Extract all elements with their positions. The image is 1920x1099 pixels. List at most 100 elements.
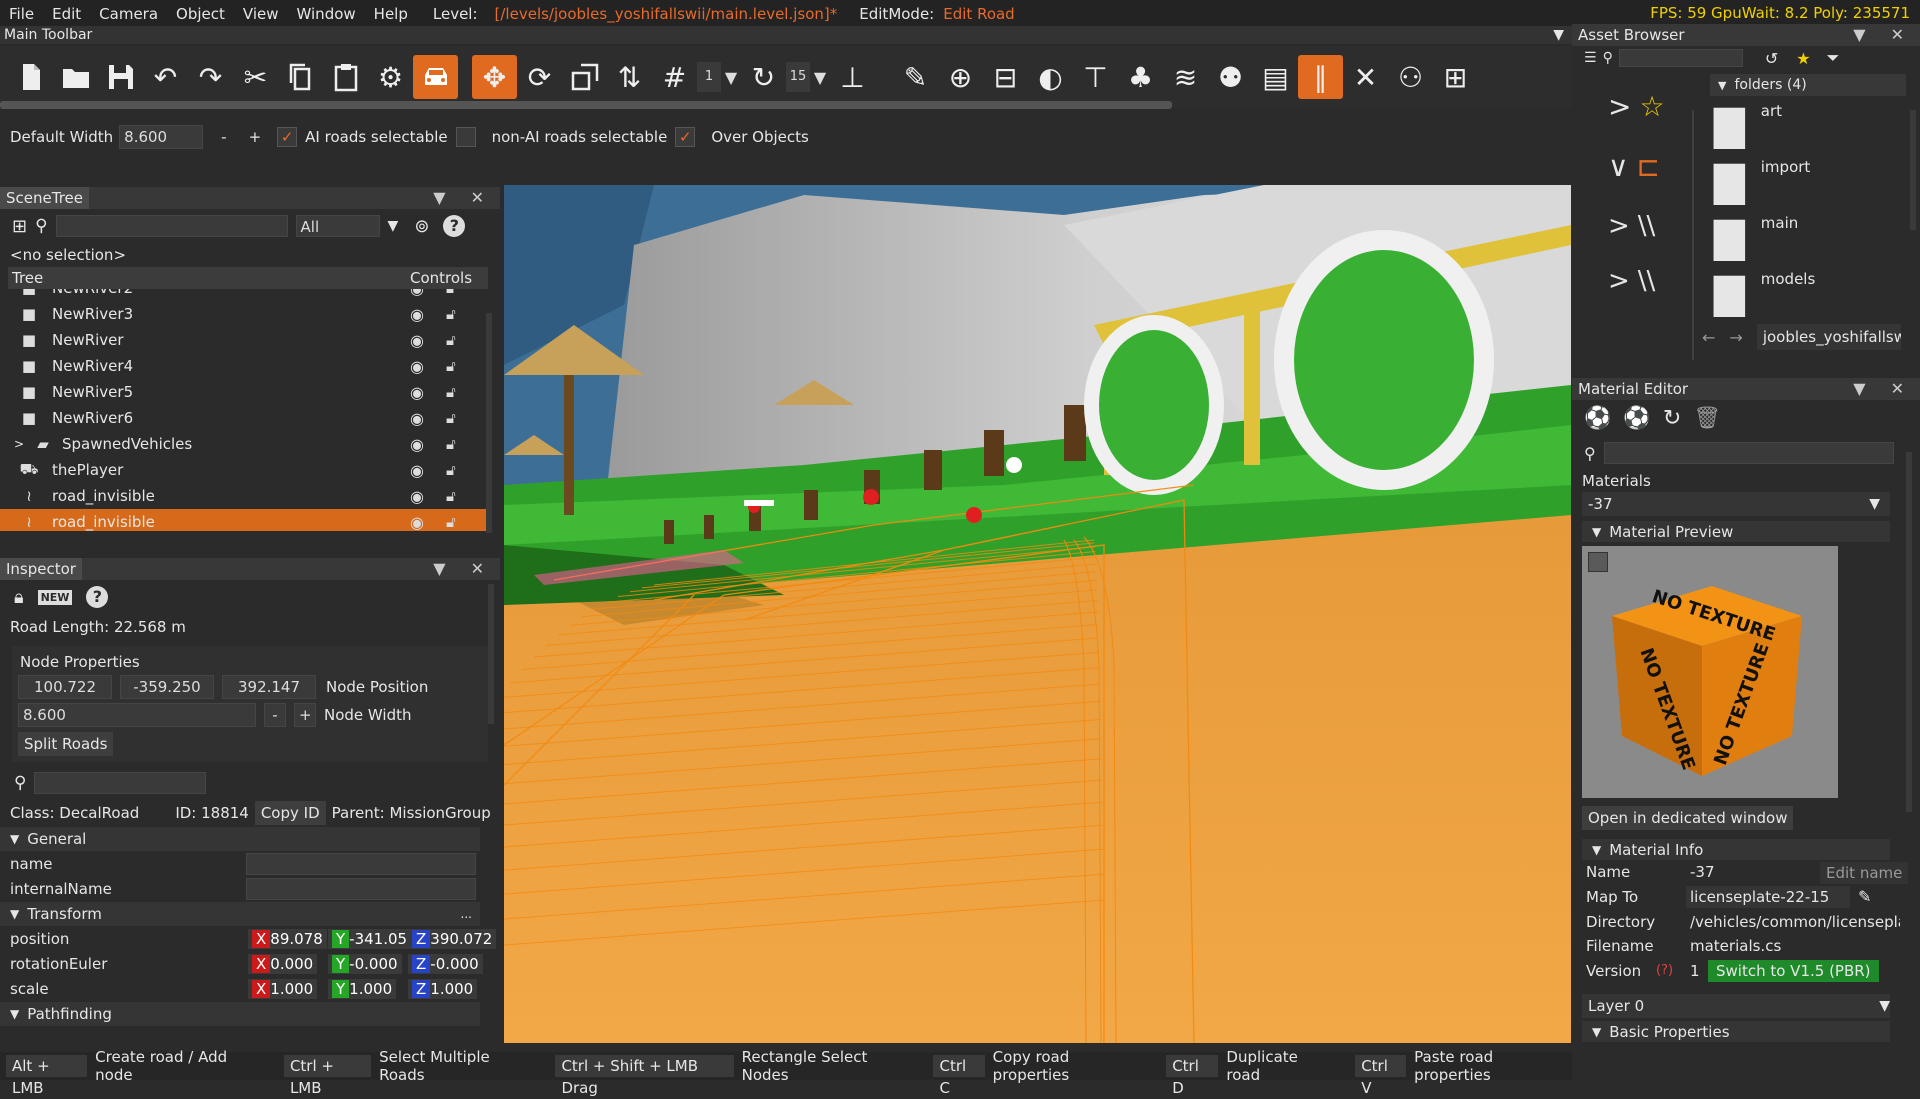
nodes-icon[interactable]: ⚇ xyxy=(1388,55,1433,99)
ai-roads-checkbox[interactable]: ✓ xyxy=(277,127,298,147)
lock-icon[interactable]: 🔓︎ xyxy=(446,305,456,323)
menu-help[interactable]: Help xyxy=(365,5,417,23)
rotate-gizmo-icon[interactable]: ⟳ xyxy=(517,55,562,99)
eye-icon[interactable]: ◉ xyxy=(410,383,424,402)
asset-browser-title[interactable]: Asset Browser xyxy=(1572,24,1691,46)
nonai-roads-checkbox[interactable] xyxy=(455,127,476,147)
position-x[interactable]: X 89.078 xyxy=(248,928,327,949)
menu-view[interactable]: View xyxy=(234,5,288,23)
undo-icon[interactable]: ↶ xyxy=(143,55,188,99)
chevron-right-icon[interactable]: > xyxy=(1608,266,1630,296)
add-group-icon[interactable]: ⊞ xyxy=(12,216,27,237)
refresh-icon[interactable]: ↺ xyxy=(1765,49,1778,68)
chevron-down-icon[interactable]: ▼ xyxy=(721,68,741,87)
scale-x[interactable]: X 1.000 xyxy=(248,978,318,999)
node-pos-z[interactable]: 392.147 xyxy=(222,675,316,699)
new-file-icon[interactable] xyxy=(8,55,53,99)
version-help-icon[interactable]: (?) xyxy=(1656,958,1673,984)
vehicle-icon[interactable] xyxy=(413,55,458,99)
3d-viewport[interactable] xyxy=(504,185,1571,1043)
lock-icon[interactable]: 🔓︎ xyxy=(446,383,456,401)
help-icon[interactable]: ? xyxy=(86,586,109,608)
switch-pbr-button[interactable]: Switch to V1.5 (PBR) xyxy=(1708,960,1879,982)
lock-icon[interactable]: 🔒︎ xyxy=(14,587,24,608)
tree-item[interactable]: ■ NewRiver3 ◉ 🔓︎ xyxy=(0,301,488,327)
panel-controls[interactable]: ▼ ✕ xyxy=(1853,25,1914,44)
chevron-right-icon[interactable]: > xyxy=(1608,211,1630,241)
basic-properties-section[interactable]: ▼ Basic Properties xyxy=(1582,1020,1890,1042)
general-section[interactable]: ▼ General xyxy=(0,826,480,851)
folder-item[interactable]: ▇ models xyxy=(1710,264,1906,320)
material-search-input[interactable] xyxy=(1603,442,1894,464)
scene-render[interactable] xyxy=(504,185,1571,1043)
add-object-icon[interactable]: ⊕ xyxy=(938,55,983,99)
panel-menu-icon[interactable]: ▼ xyxy=(1553,26,1564,44)
menu-camera[interactable]: Camera xyxy=(90,5,167,23)
settings-gear-icon[interactable]: ⚙ xyxy=(368,55,413,99)
help-icon[interactable]: ? xyxy=(443,215,466,237)
chevron-right-icon[interactable]: > xyxy=(1608,90,1631,123)
paint-roller-icon[interactable]: ⊤ xyxy=(1073,55,1118,99)
copy-id-button[interactable]: Copy ID xyxy=(254,801,326,825)
tree-item[interactable]: ⛟ thePlayer ◉ 🔓︎ xyxy=(0,457,488,483)
over-objects-checkbox[interactable]: ✓ xyxy=(675,127,696,147)
grid-snap-icon[interactable]: # xyxy=(652,55,697,99)
road-node[interactable] xyxy=(863,489,879,505)
material-preview-section[interactable]: ▼ Material Preview xyxy=(1582,520,1890,542)
material-info-section[interactable]: ▼ Material Info xyxy=(1582,838,1890,860)
pathfinding-section[interactable]: ▼ Pathfinding xyxy=(0,1001,480,1026)
folder-item[interactable]: ▇ main xyxy=(1710,208,1906,264)
inspector-title[interactable]: Inspector xyxy=(0,558,82,580)
spawn-icon[interactable]: ⚉ xyxy=(1208,55,1253,99)
tree-item[interactable]: ■NewRiver2 ◉ 🔓︎ xyxy=(0,289,488,301)
back-arrow-icon[interactable]: ← xyxy=(1702,328,1715,347)
inspector-scrollbar[interactable] xyxy=(488,584,494,724)
search-icon[interactable]: ⚲ xyxy=(1603,50,1613,66)
layers-icon[interactable]: ≋ xyxy=(1163,55,1208,99)
rotation-x[interactable]: X 0.000 xyxy=(248,953,318,974)
rotation-z[interactable]: Z -0.000 xyxy=(408,953,483,974)
tree-node[interactable]: ∨ ⊏ xyxy=(1608,136,1660,196)
tree-item[interactable]: > ▰ SpawnedVehicles ◉ 🔓︎ xyxy=(0,431,488,457)
node-pos-x[interactable]: 100.722 xyxy=(18,675,112,699)
scale-z[interactable]: Z 1.000 xyxy=(408,978,478,999)
new-icon[interactable]: NEW xyxy=(37,589,73,605)
material-editor-title[interactable]: Material Editor xyxy=(1572,378,1695,400)
lock-icon[interactable]: 🔓︎ xyxy=(446,461,456,479)
transform-section[interactable]: ▼ Transform... xyxy=(0,901,480,926)
chevron-down-icon[interactable]: ▼ xyxy=(810,68,830,87)
node-width-minus[interactable]: - xyxy=(264,703,286,727)
material-preview[interactable]: NO TEXTURE NO TEXTURE NO TEXTURE xyxy=(1582,546,1838,798)
cut-icon[interactable]: ✂ xyxy=(233,55,278,99)
eye-icon[interactable]: ◉ xyxy=(410,513,424,532)
tree-item[interactable]: ■ NewRiver5 ◉ 🔓︎ xyxy=(0,379,488,405)
eye-icon[interactable]: ◉ xyxy=(410,289,424,298)
open-folder-icon[interactable] xyxy=(53,55,98,99)
inspector-search-input[interactable] xyxy=(34,772,207,794)
tree-node[interactable]: > \\ xyxy=(1608,256,1658,306)
lock-icon[interactable]: 🔓︎ xyxy=(446,357,456,375)
panel-controls[interactable]: ▼ ✕ xyxy=(433,559,494,578)
internal-name-input[interactable] xyxy=(246,877,476,900)
redo-icon[interactable]: ↷ xyxy=(188,55,233,99)
asset-search-input[interactable] xyxy=(1618,49,1743,67)
eye-icon[interactable]: ◉ xyxy=(410,305,424,324)
refresh-icon[interactable]: ↻ xyxy=(1663,406,1681,431)
lock-icon[interactable]: 🔓︎ xyxy=(446,487,456,505)
scale-gizmo-icon[interactable] xyxy=(562,55,607,99)
scenetree-search-input[interactable] xyxy=(55,215,288,237)
position-y[interactable]: Y -341.05 xyxy=(328,928,412,949)
broadcast-icon[interactable]: ⊚ xyxy=(414,216,429,237)
menu-file[interactable]: File xyxy=(0,5,43,23)
pencil-icon[interactable]: ✎ xyxy=(1858,884,1871,910)
road-node[interactable] xyxy=(1006,457,1022,473)
eye-icon[interactable]: ◉ xyxy=(410,409,424,428)
tree-item[interactable]: ■ NewRiver ◉ 🔓︎ xyxy=(0,327,488,353)
folder-item[interactable]: ▇ import xyxy=(1710,152,1906,208)
grid-snap-value[interactable]: 1 xyxy=(697,62,721,92)
translate-gizmo-icon[interactable]: ✥ xyxy=(472,55,517,99)
scenetree-filter-select[interactable]: All xyxy=(295,215,380,237)
node-width-input[interactable]: 8.600 xyxy=(18,703,256,727)
scenetree-title[interactable]: SceneTree xyxy=(0,187,89,209)
tree-node[interactable]: > \\ xyxy=(1608,196,1658,256)
